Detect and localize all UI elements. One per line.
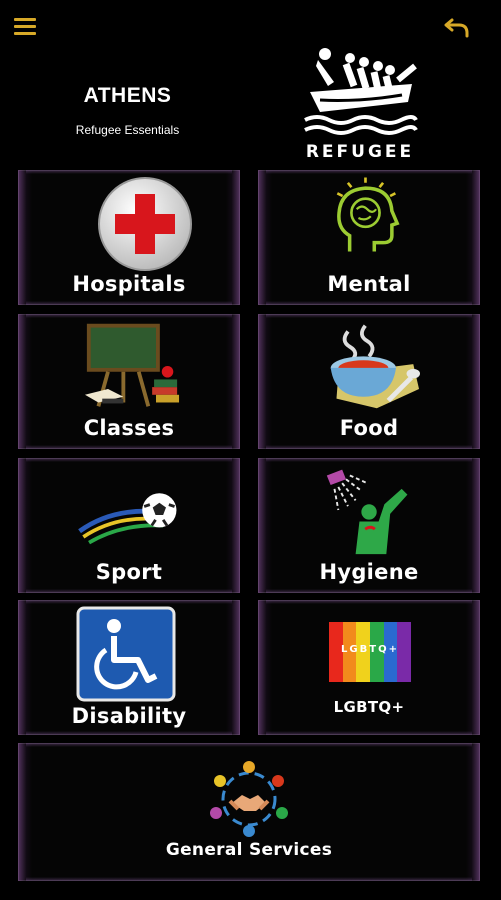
shower-icon [326, 469, 408, 555]
logo-wordmark: REFUGEE [305, 142, 415, 162]
tile-label: LGBTQ+ [333, 698, 405, 716]
chalkboard-icon [84, 323, 180, 407]
app-title: ATHENS [83, 84, 172, 107]
tile-classes[interactable]: Classes [18, 314, 240, 449]
tile-label: General Services [165, 840, 333, 860]
flag-text: LGBTQ+ [341, 644, 399, 655]
brain-head-icon [336, 177, 400, 252]
tile-general-services[interactable]: General Services [18, 743, 480, 881]
soup-bowl-icon [330, 324, 420, 409]
wheelchair-icon [76, 606, 176, 702]
red-cross-icon [98, 177, 192, 271]
tile-label: Hygiene [319, 560, 419, 584]
soccer-ball-icon [78, 493, 177, 545]
tile-label: Food [339, 416, 399, 440]
tile-hospitals[interactable]: Hospitals [18, 170, 240, 305]
tile-food[interactable]: Food [258, 314, 480, 449]
tile-label: Classes [83, 416, 175, 440]
tile-sport[interactable]: Sport [18, 458, 240, 593]
tile-label: Disability [71, 704, 187, 728]
tile-label: Sport [95, 560, 163, 584]
tile-lgbtq[interactable]: LGBTQ+ LGBTQ+ [258, 600, 480, 735]
hamburger-menu-icon[interactable] [14, 18, 36, 36]
app-subtitle: Refugee Essentials [75, 123, 180, 137]
tile-label: Mental [327, 272, 411, 296]
tile-label: Hospitals [72, 272, 186, 296]
tile-disability[interactable]: Disability [18, 600, 240, 735]
tile-mental[interactable]: Mental [258, 170, 480, 305]
tile-hygiene[interactable]: Hygiene [258, 458, 480, 593]
handshake-network-icon [210, 761, 288, 837]
undo-arrow-icon[interactable] [443, 14, 471, 38]
